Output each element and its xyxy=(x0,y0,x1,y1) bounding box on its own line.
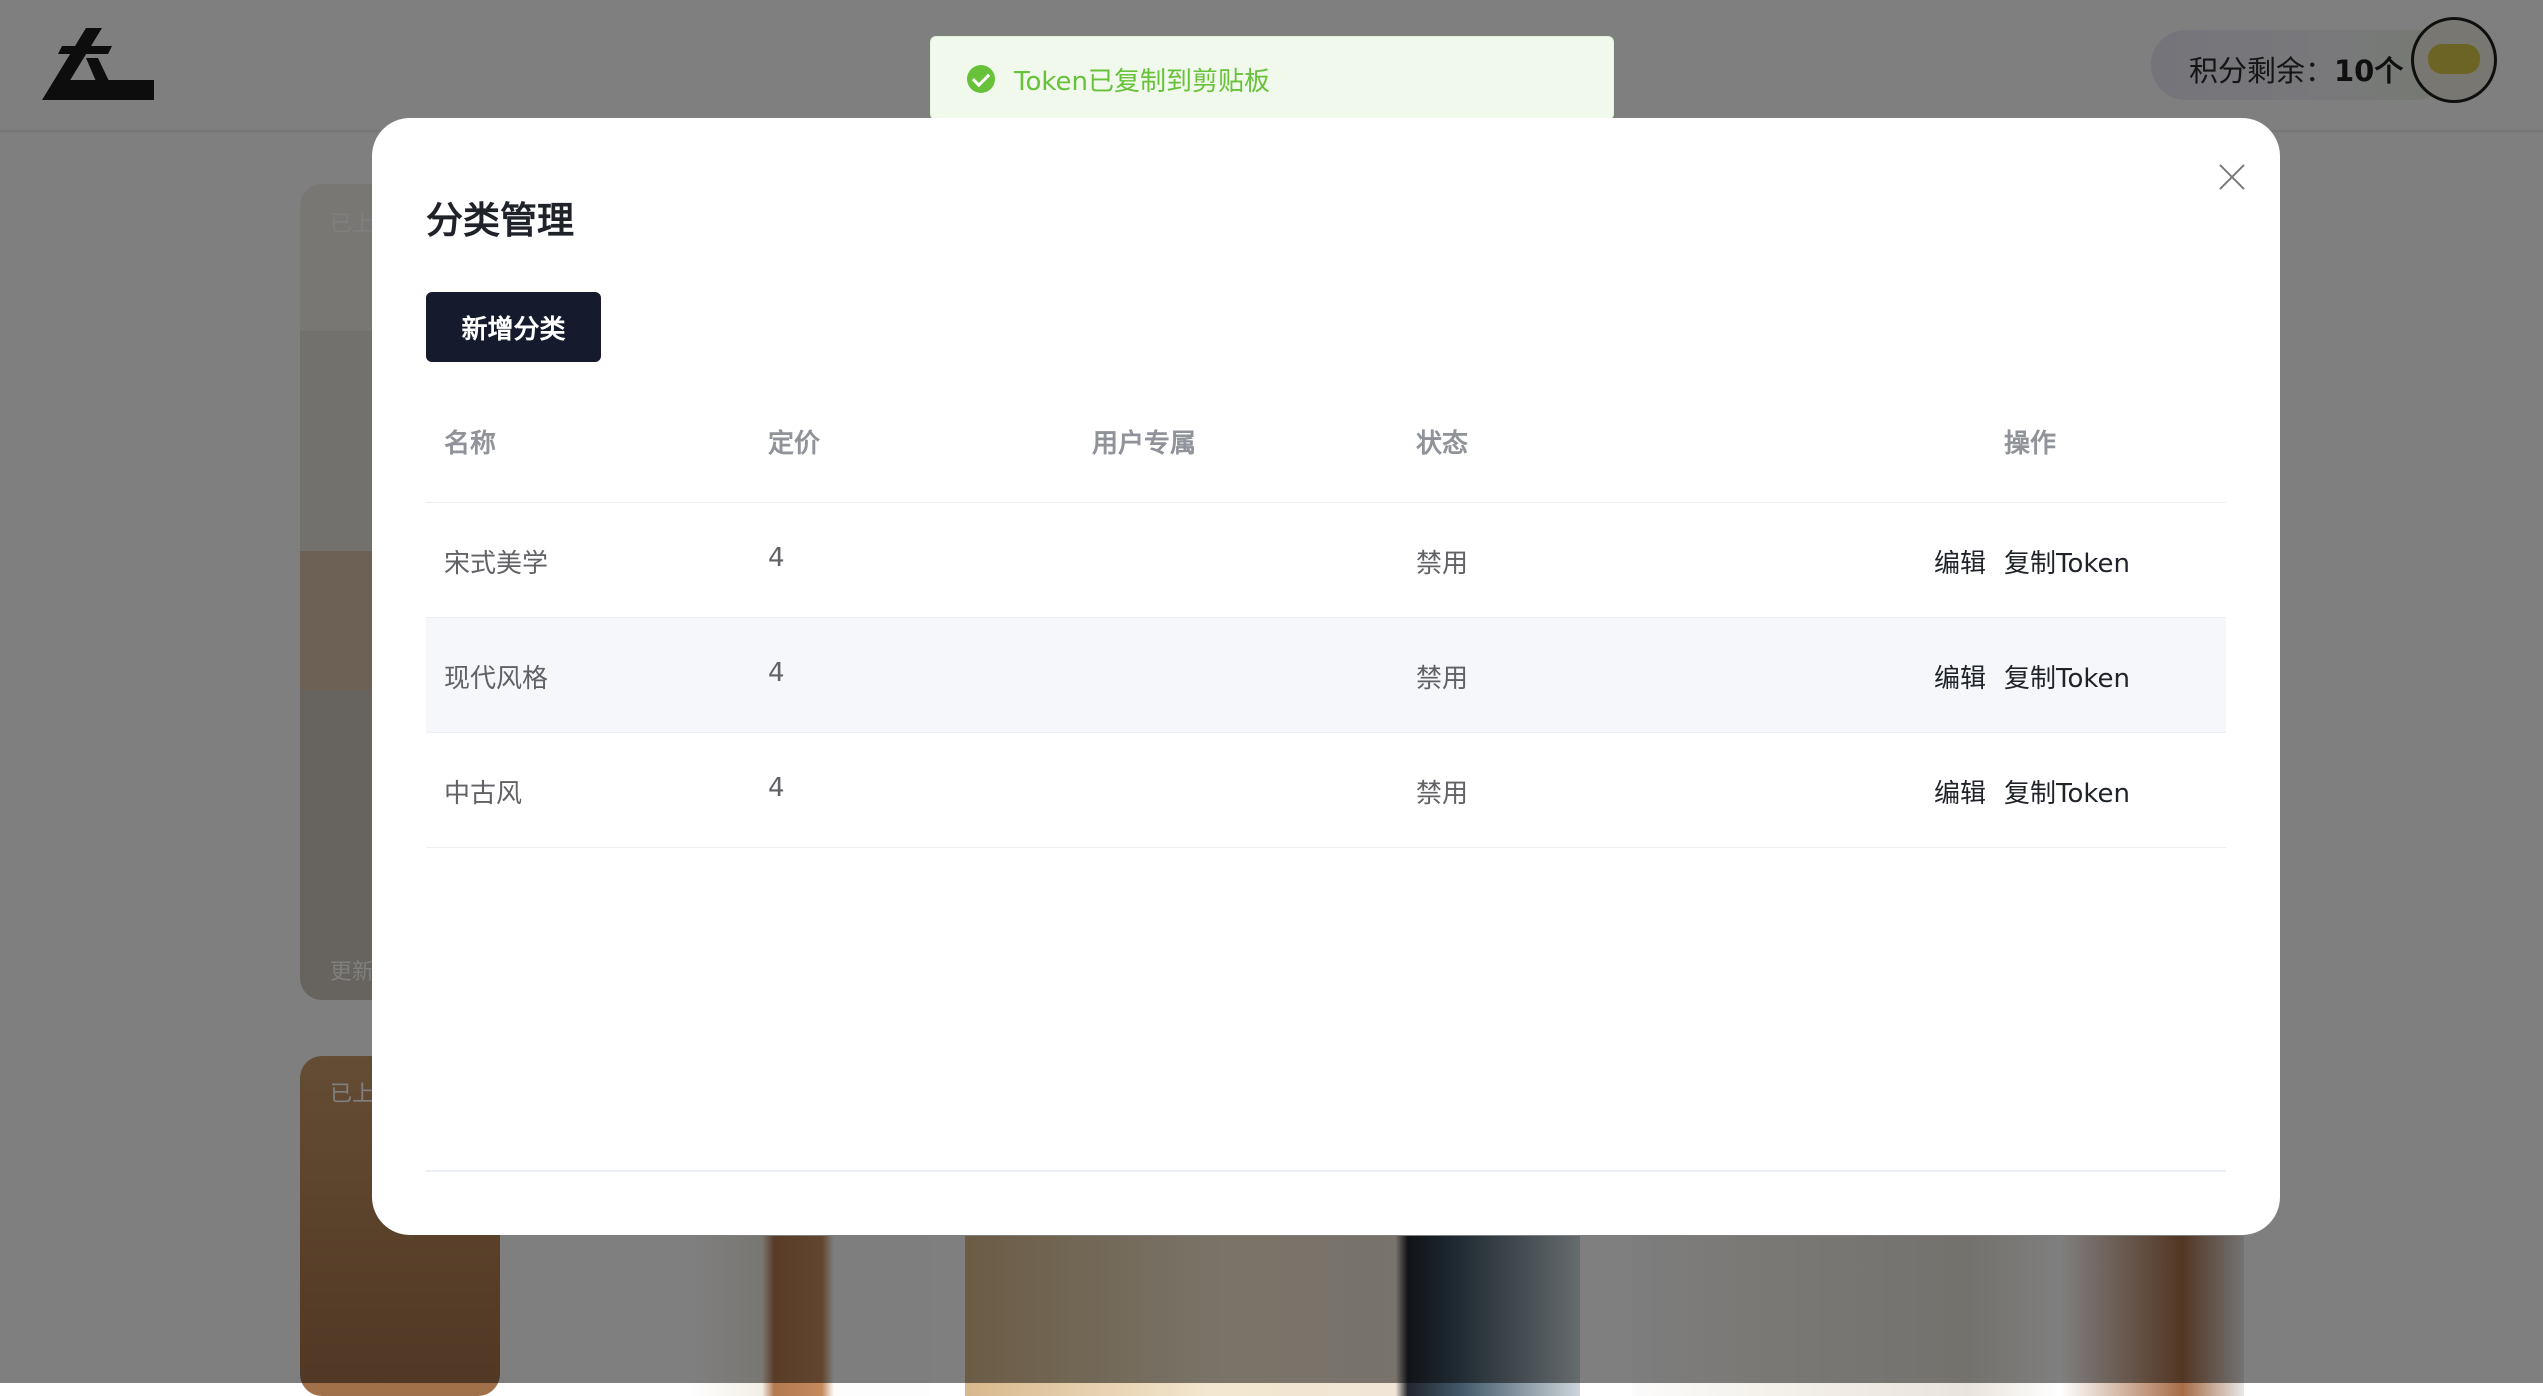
column-header-status: 状态 xyxy=(1416,429,1469,459)
edit-button[interactable]: 编辑 xyxy=(1934,773,1986,810)
table-row: 中古风 4 禁用 编辑 复制Token xyxy=(426,733,2226,848)
success-toast: Token已复制到剪贴板 xyxy=(930,36,1614,120)
category-table: 名称 定价 用户专属 状态 操作 宋式美学 4 禁用 编辑 复制Token 现代… xyxy=(426,386,2226,848)
divider xyxy=(426,1170,2226,1172)
copy-token-button[interactable]: 复制Token xyxy=(2004,658,2130,695)
edit-button[interactable]: 编辑 xyxy=(1934,658,1986,695)
cell-status: 禁用 xyxy=(1416,549,1469,579)
copy-token-button[interactable]: 复制Token xyxy=(2004,543,2130,580)
cell-price: 4 xyxy=(768,658,785,688)
column-header-actions: 操作 xyxy=(2004,429,2057,459)
table-row: 现代风格 4 禁用 编辑 复制Token xyxy=(426,618,2226,733)
dialog-title: 分类管理 xyxy=(426,199,574,242)
cell-name: 现代风格 xyxy=(444,664,549,694)
cell-price: 4 xyxy=(768,773,785,803)
column-header-user-exclusive: 用户专属 xyxy=(1092,429,1197,459)
toast-message: Token已复制到剪贴板 xyxy=(1014,67,1270,97)
cell-name: 中古风 xyxy=(444,779,523,809)
cell-status: 禁用 xyxy=(1416,779,1469,809)
cell-status: 禁用 xyxy=(1416,664,1469,694)
close-icon[interactable] xyxy=(2208,154,2256,202)
cell-name: 宋式美学 xyxy=(444,549,549,579)
column-header-price: 定价 xyxy=(768,429,821,459)
table-header: 名称 定价 用户专属 状态 操作 xyxy=(426,386,2226,503)
edit-button[interactable]: 编辑 xyxy=(1934,543,1986,580)
copy-token-button[interactable]: 复制Token xyxy=(2004,773,2130,810)
column-header-name: 名称 xyxy=(444,429,497,459)
cell-price: 4 xyxy=(768,543,785,573)
add-category-button[interactable]: 新增分类 xyxy=(426,292,601,362)
table-row: 宋式美学 4 禁用 编辑 复制Token xyxy=(426,503,2226,618)
category-management-dialog: 分类管理 新增分类 名称 定价 用户专属 状态 操作 宋式美学 4 禁用 编辑 … xyxy=(372,118,2280,1235)
check-circle-icon xyxy=(967,65,995,93)
